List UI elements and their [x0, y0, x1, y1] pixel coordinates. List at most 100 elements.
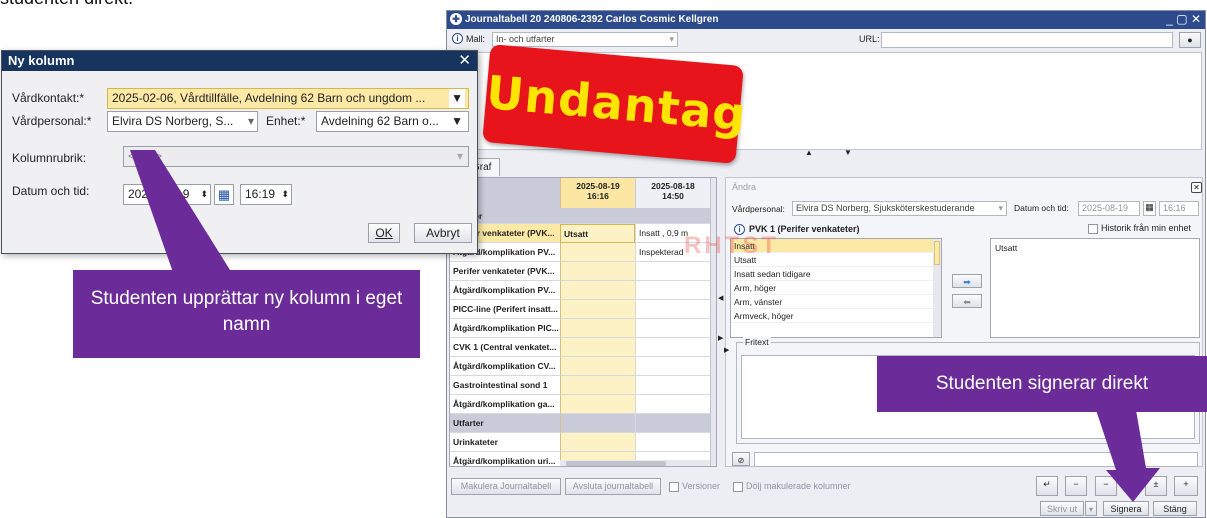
insert-row-icon[interactable]: ↵ [1036, 476, 1058, 496]
cell-col-2[interactable] [635, 433, 710, 452]
expand-right-icon[interactable]: ▶ [718, 334, 723, 342]
cell-col-1[interactable] [560, 319, 635, 338]
info-icon[interactable]: i [452, 33, 463, 44]
mall-select[interactable]: In- och utfarter ▾ [492, 32, 678, 47]
screen: studenten direkt. ✚ Journaltabell 20 240… [0, 0, 1207, 518]
option-list-scrollbar[interactable] [933, 239, 941, 337]
cell-col-2[interactable] [635, 281, 710, 300]
cell-col-1[interactable] [560, 395, 635, 414]
column-header-2[interactable]: 2025-08-18 14:50 [635, 178, 710, 208]
collapse-up-icon[interactable]: ▲ [805, 148, 813, 157]
signera-button[interactable]: Signera [1103, 501, 1149, 516]
cell-col-2[interactable] [635, 414, 710, 433]
option-item[interactable]: Arm, höger [731, 281, 941, 295]
vardpersonal-select[interactable]: Elvira DS Norberg, Sjuksköterskestuderan… [792, 201, 1007, 216]
row-label[interactable]: Gastrointestinal sond 1 [450, 376, 560, 395]
attach-icon[interactable]: ⊘ [732, 452, 750, 466]
window-title: Journaltabell 20 240806-2392 Carlos Cosm… [465, 14, 719, 25]
row-label[interactable]: Åtgärd/komplikation PV... [450, 281, 560, 300]
enhet-select[interactable]: Avdelning 62 Barn o... ▼ [316, 111, 469, 132]
remove-icon[interactable]: − [1065, 476, 1087, 496]
row-label[interactable]: PICC-line (Perifert insatt... [450, 300, 560, 319]
window-controls[interactable]: _ ▢ ✕ [1166, 12, 1201, 26]
vardpersonal-select[interactable]: Elvira DS Norberg, S... ▾ [107, 111, 258, 132]
row-label[interactable]: Åtgärd/komplikation CV... [450, 357, 560, 376]
cell-col-2[interactable] [635, 319, 710, 338]
option-item[interactable]: Insatt sedan tidigare [731, 267, 941, 281]
checkbox-box[interactable] [1088, 223, 1098, 234]
vardkontakt-select[interactable]: 2025-02-06, Vårdtillfälle, Avdelning 62 … [107, 88, 469, 109]
cell-col-1[interactable] [560, 338, 635, 357]
row-label[interactable]: Åtgärd/komplikation ga... [450, 395, 560, 414]
cell-col-1[interactable] [560, 281, 635, 300]
grid-horizontal-scrollbar[interactable] [560, 460, 710, 466]
mall-label: Mall: [466, 34, 486, 44]
date-value: 2025-08-19 [1082, 203, 1129, 213]
row-label[interactable]: Åtgärd/komplikation uri... [450, 452, 560, 466]
cell-col-2[interactable] [635, 357, 710, 376]
historik-checkbox[interactable]: Historik från min enhet [1088, 223, 1191, 234]
cell-col-1[interactable] [560, 357, 635, 376]
scroll-thumb[interactable] [934, 241, 940, 265]
row-label[interactable]: Perifer venkateter (PVK... [450, 262, 560, 281]
cell-col-1[interactable] [560, 376, 635, 395]
ok-button[interactable]: OK [368, 223, 400, 243]
row-label[interactable]: Åtgärd/komplikation PIC... [450, 319, 560, 338]
cell-col-2[interactable] [635, 395, 710, 414]
expand-fritext-icon[interactable]: ▶ [724, 346, 729, 354]
url-go-button[interactable]: ● [1179, 32, 1201, 48]
watermark: RHTST [684, 232, 779, 259]
avbryt-button[interactable]: Avbryt [414, 223, 472, 243]
cell-col-1[interactable] [560, 414, 635, 433]
datum-label: Datum och tid: [12, 184, 90, 198]
cell-col-2[interactable] [635, 338, 710, 357]
cell-col-1[interactable] [560, 243, 635, 262]
dolj-checkbox[interactable]: Dölj makulerade kolumner [733, 481, 851, 492]
row-label[interactable]: Utfarter [450, 414, 560, 433]
column-time-2: 14:50 [662, 191, 684, 201]
title-bar: ✚ Journaltabell 20 240806-2392 Carlos Co… [447, 11, 1205, 29]
makulera-button[interactable]: Makulera Journaltabell [451, 478, 561, 495]
dialog-title-bar: Ny kolumn ✕ [2, 51, 477, 71]
cell-col-1[interactable]: Utsatt [560, 224, 635, 243]
vardkontakt-label: Vårdkontakt:* [12, 91, 85, 105]
row-label[interactable]: CVK 1 (Central venkatet... [450, 338, 560, 357]
row-label[interactable]: Urinkateter [450, 433, 560, 452]
cell-col-1[interactable] [560, 262, 635, 281]
cell-col-2[interactable] [635, 262, 710, 281]
column-header-1[interactable]: 2025-08-19 16:16 [560, 178, 635, 208]
versioner-checkbox[interactable]: Versioner [669, 481, 720, 492]
option-item[interactable]: Arm, vänster [731, 295, 941, 309]
move-left-button[interactable]: ⬅ [952, 294, 982, 308]
scroll-thumb[interactable] [566, 461, 666, 466]
chevron-down-icon: ▾ [669, 34, 674, 44]
stang-button[interactable]: Stäng [1153, 501, 1197, 516]
selected-list[interactable]: Utsatt [990, 238, 1200, 338]
cell-col-2[interactable] [635, 376, 710, 395]
checkbox-box[interactable] [733, 481, 743, 492]
date-input[interactable]: 2025-08-19 [1078, 201, 1140, 216]
option-item[interactable]: Armveck, höger [731, 309, 941, 323]
spinner-icon[interactable]: ⬍ [281, 185, 289, 204]
chevron-down-icon: ▾ [247, 114, 254, 128]
checkbox-box[interactable] [669, 481, 679, 492]
close-icon[interactable]: ✕ [458, 51, 471, 71]
fritext-label: Fritext [743, 337, 771, 347]
template-row: i Mall: In- och utfarter ▾ URL: ● [447, 30, 1205, 50]
collapse-left-icon[interactable]: ◀ [718, 294, 723, 302]
arrow-shape [130, 150, 235, 278]
chevron-down-icon[interactable]: ▾ [1085, 501, 1097, 516]
close-icon[interactable]: ✕ [1191, 182, 1202, 193]
move-right-button[interactable]: ➡ [952, 274, 982, 288]
grid-vertical-scrollbar[interactable] [710, 178, 716, 466]
skriv-ut-button[interactable]: Skriv ut [1040, 501, 1084, 516]
enhet-label: Enhet:* [266, 114, 306, 128]
expand-down-icon[interactable]: ▼ [844, 148, 852, 157]
cell-col-1[interactable] [560, 433, 635, 452]
cell-col-1[interactable] [560, 300, 635, 319]
avsluta-button[interactable]: Avsluta journaltabell [565, 478, 661, 495]
time-input[interactable]: 16:16 [1159, 201, 1199, 216]
url-input[interactable] [881, 32, 1173, 48]
calendar-icon[interactable]: ▦ [1143, 201, 1156, 216]
cell-col-2[interactable] [635, 300, 710, 319]
